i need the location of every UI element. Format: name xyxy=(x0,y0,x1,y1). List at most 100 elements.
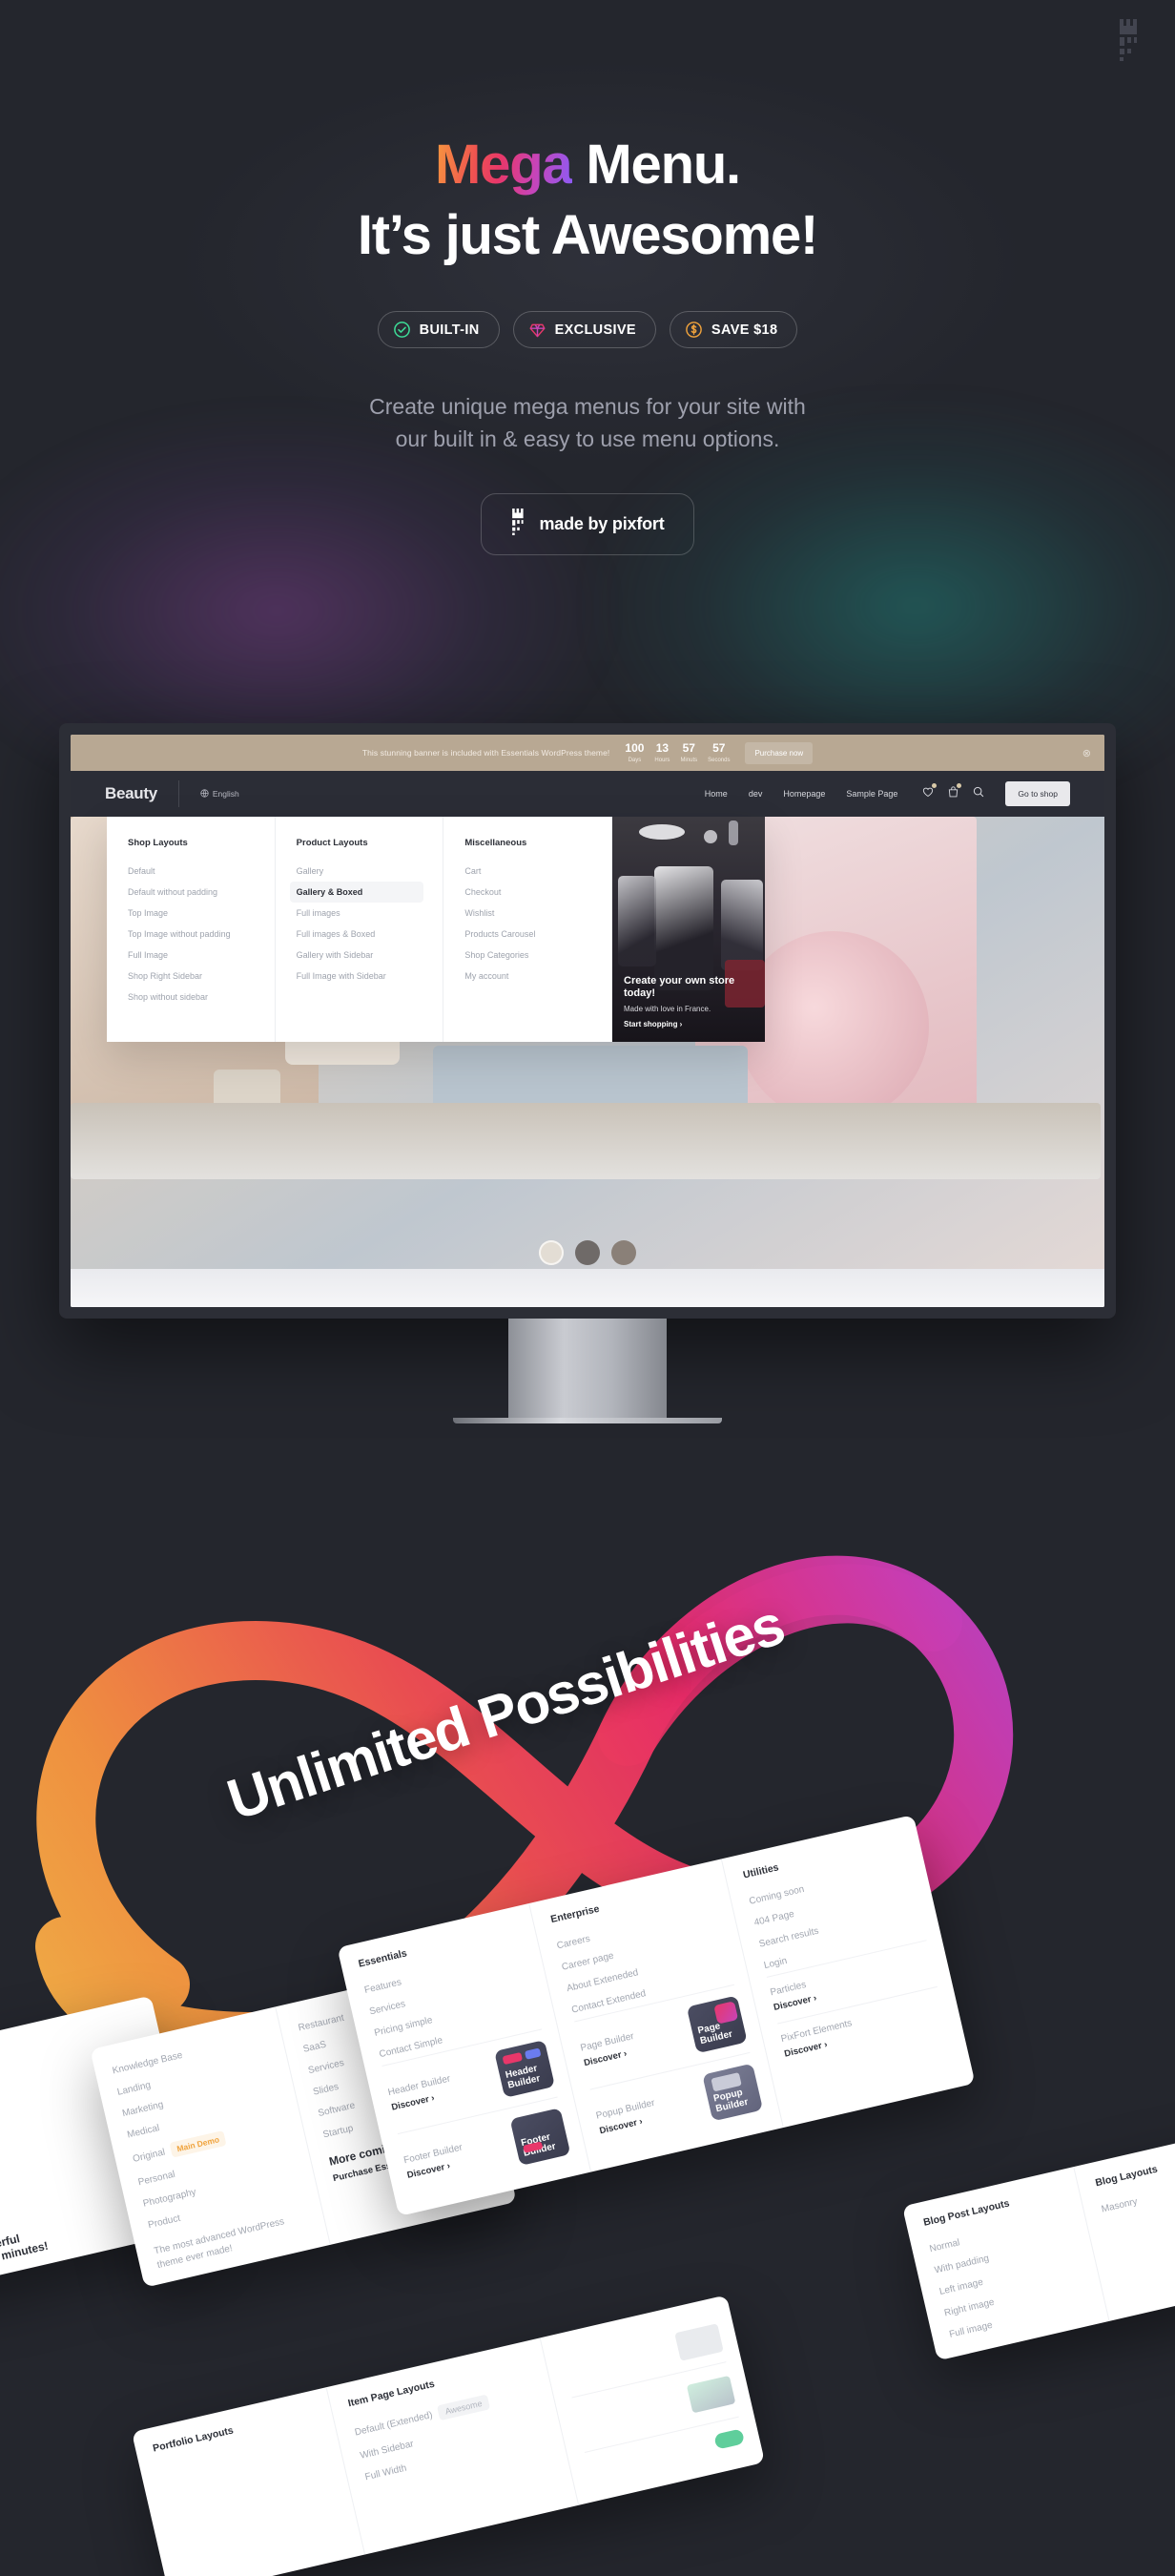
menu-item-shop-right-sidebar[interactable]: Shop Right Sidebar xyxy=(121,966,256,987)
menu-item-full-image-with-sidebar[interactable]: Full Image with Sidebar xyxy=(290,966,424,987)
countdown-days-label: Days xyxy=(628,757,642,763)
countdown-seconds-value: 57 xyxy=(712,741,726,756)
nav-link-sample-page[interactable]: Sample Page xyxy=(846,789,897,799)
search-icon[interactable] xyxy=(973,785,984,802)
menu-item-cart[interactable]: Cart xyxy=(458,861,592,882)
media-item-video[interactable]: Video › xyxy=(565,2354,615,2381)
dollar-circle-icon xyxy=(685,321,703,339)
badge-row: BUILT-IN EXCLUSIVE SAVE $18 xyxy=(0,311,1175,349)
nav-link-home[interactable]: Home xyxy=(705,789,728,799)
language-label: English xyxy=(212,789,239,799)
badge-exclusive-label: EXCLUSIVE xyxy=(554,322,636,338)
menu-item-default-without-padding[interactable]: Default without padding xyxy=(121,882,256,903)
countdown-hours: 13 Hours xyxy=(654,741,670,763)
badge-built-in[interactable]: BUILT-IN xyxy=(377,311,500,349)
extra-elements-text: PixFort Elements Discover › xyxy=(780,2018,856,2059)
site-brand[interactable]: Beauty xyxy=(105,784,157,803)
builder-card-header: Header Builder xyxy=(494,2040,555,2098)
menu-item-checkout[interactable]: Checkout xyxy=(458,882,592,903)
countdown-days: 100 Days xyxy=(625,741,645,763)
wishlist-count-dot xyxy=(932,783,938,788)
menu-item-top-image[interactable]: Top Image xyxy=(121,903,256,924)
badge-save[interactable]: SAVE $18 xyxy=(669,311,798,349)
promo-card-body: Create your own store today! Made with l… xyxy=(624,975,755,1028)
media-item-showcase[interactable]: Showcase › xyxy=(587,2445,669,2480)
carousel-dot-2[interactable] xyxy=(575,1240,600,1265)
badge-exclusive[interactable]: EXCLUSIVE xyxy=(512,311,656,349)
browser-screen: This stunning banner is included with Es… xyxy=(71,735,1104,1307)
menu-item-full-image[interactable]: Full Image xyxy=(121,945,256,966)
start-shopping-link[interactable]: Start shopping › xyxy=(624,1020,755,1028)
badge-save-label: SAVE $18 xyxy=(711,322,778,338)
demo-item-original-label: Original xyxy=(132,2146,167,2165)
go-to-shop-button[interactable]: Go to shop xyxy=(1005,781,1070,806)
builder-card-page: Page Builder xyxy=(686,1995,748,2054)
countdown-seconds: 57 Seconds xyxy=(708,741,730,763)
column-title: Shop Layouts xyxy=(128,838,188,848)
badge-built-in-label: BUILT-IN xyxy=(419,322,480,338)
mega-menu-panel: Shop Layouts Default Default without pad… xyxy=(107,817,766,1042)
title-rest: Menu. xyxy=(571,134,741,196)
check-circle-icon xyxy=(393,321,411,339)
carousel-dot-3[interactable] xyxy=(611,1240,636,1265)
promo-card-subtext: Made with love in France. xyxy=(624,1005,711,1013)
countdown-hours-label: Hours xyxy=(654,757,670,763)
media-column: Video › Image Gallery › Showcase › xyxy=(541,2295,765,2504)
promo-banner-text: This stunning banner is included with Es… xyxy=(361,748,610,758)
cart-bag-icon[interactable] xyxy=(948,783,962,802)
menu-item-full-images-boxed[interactable]: Full images & Boxed xyxy=(290,924,424,945)
media-thumb-showcase xyxy=(713,2428,746,2450)
carousel-dot-1[interactable] xyxy=(539,1240,564,1265)
menu-item-products-carousel[interactable]: Products Carousel xyxy=(458,924,592,945)
mega-menu-column-miscellaneous: Miscellaneous Cart Checkout Wishlist Pro… xyxy=(443,817,613,1042)
hero-subtitle: Create unique mega menus for your site w… xyxy=(254,390,921,455)
made-by-pixfort-button[interactable]: made by pixfort xyxy=(481,493,694,556)
builder-card-header-label: Header Builder xyxy=(504,2063,542,2091)
menu-item-gallery-with-sidebar[interactable]: Gallery with Sidebar xyxy=(290,945,424,966)
menu-item-shop-categories[interactable]: Shop Categories xyxy=(458,945,592,966)
countdown-days-value: 100 xyxy=(625,741,645,756)
media-thumb-video xyxy=(674,2323,724,2361)
menu-item-default[interactable]: Default xyxy=(121,861,256,882)
nav-link-dev[interactable]: dev xyxy=(749,789,763,799)
menu-item-wishlist[interactable]: Wishlist xyxy=(458,903,592,924)
possibilities-section: Unlimited Possibilities Coronavirus Crea… xyxy=(0,1498,1175,2576)
menu-item-shop-without-sidebar[interactable]: Shop without sidebar xyxy=(121,987,256,1008)
monitor-stand-base xyxy=(453,1418,722,1423)
builder-card-popup: Popup Builder xyxy=(702,2063,764,2122)
countdown-hours-value: 13 xyxy=(655,741,670,756)
menu-item-gallery[interactable]: Gallery xyxy=(290,861,424,882)
mega-menu-column-product-layouts: Product Layouts Gallery Gallery & Boxed … xyxy=(276,817,444,1042)
hero-subtitle-line1: Create unique mega menus for your site w… xyxy=(369,394,806,420)
menu-item-my-account[interactable]: My account xyxy=(458,966,592,987)
monitor-bezel: This stunning banner is included with Es… xyxy=(59,723,1116,1319)
hero-subtitle-line2: our built in & easy to use menu options. xyxy=(395,426,780,452)
countdown-minutes-label: Minuts xyxy=(680,757,698,763)
purchase-now-button[interactable]: Purchase now xyxy=(745,741,814,764)
promo-card-heading: Create your own store today! xyxy=(624,974,735,999)
nav-link-homepage[interactable]: Homepage xyxy=(783,789,825,799)
menu-item-gallery-boxed[interactable]: Gallery & Boxed xyxy=(289,882,424,903)
countdown-minutes-value: 57 xyxy=(682,741,695,756)
site-navbar: Beauty English Home dev Homepage Sample … xyxy=(71,771,1104,817)
stage-bottom-strip xyxy=(71,1269,1104,1307)
bottom-fade xyxy=(0,2509,1175,2576)
page-title: Mega Menu. It’s just Awesome! xyxy=(0,135,1175,265)
builder-card-footer: Footer Builder xyxy=(509,2108,571,2167)
globe-icon xyxy=(200,788,209,800)
menu-item-top-image-without-padding[interactable]: Top Image without padding xyxy=(121,924,256,945)
extra-particles-text: Particles Discover › xyxy=(770,1978,818,2013)
column-title-portfolio-layouts: Portfolio Layouts xyxy=(152,2424,235,2455)
monitor-stand-neck xyxy=(508,1319,667,1418)
language-selector[interactable]: English xyxy=(177,780,239,807)
menu-item-full-images[interactable]: Full images xyxy=(290,903,424,924)
countdown-timer: 100 Days 13 Hours 57 Minuts 57 Seconds xyxy=(625,741,730,763)
column-title: Miscellaneous xyxy=(464,838,527,848)
mega-menu-promo-card[interactable]: Create your own store today! Made with l… xyxy=(612,817,766,1042)
navbar-right: Home dev Homepage Sample Page Go to shop xyxy=(705,781,1070,806)
column-title: Product Layouts xyxy=(296,838,368,848)
close-circle-icon[interactable]: ⊗ xyxy=(1082,747,1091,759)
hero-stage: Shop Layouts Default Default without pad… xyxy=(71,817,1104,1307)
wishlist-heart-icon[interactable] xyxy=(922,783,938,802)
title-gradient-word: Mega xyxy=(435,134,573,196)
